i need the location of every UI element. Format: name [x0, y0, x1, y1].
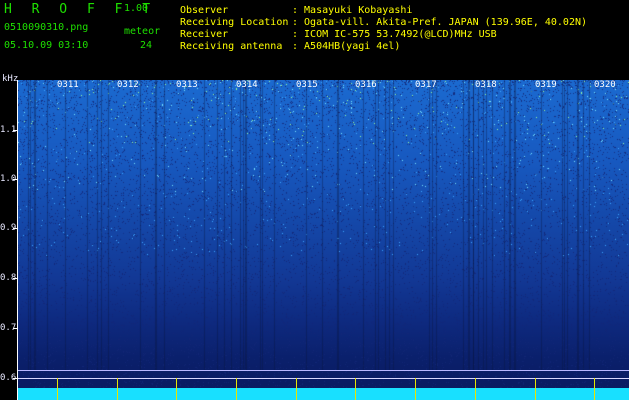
- frequency-marker-line: [18, 378, 629, 379]
- time-label-0318: 0318: [475, 80, 497, 90]
- meteor-count: 24: [140, 40, 153, 51]
- time-label-0315: 0315: [296, 80, 318, 90]
- antenna-value: : A504HB(yagi 4el): [292, 41, 401, 52]
- meteor-label: meteor: [124, 26, 161, 37]
- observer-value: : Masayuki Kobayashi: [292, 5, 413, 16]
- minute-marker: [117, 378, 118, 400]
- time-label-0320: 0320: [594, 80, 616, 90]
- time-label-0314: 0314: [236, 80, 258, 90]
- filename: 0510090310.png: [4, 22, 89, 33]
- minute-marker: [296, 378, 297, 400]
- location-label: Receiving Location: [180, 17, 289, 28]
- time-label-0317: 0317: [415, 80, 437, 90]
- minute-marker: [415, 378, 416, 400]
- datetime: 05.10.09 03:10: [4, 40, 89, 51]
- spectrogram: [18, 80, 629, 400]
- y-tick: [13, 179, 18, 180]
- minute-marker: [475, 378, 476, 400]
- time-label-0316: 0316: [355, 80, 377, 90]
- header-panel: H R O F F T 1.00 0510090310.png 05.10.09…: [0, 0, 629, 78]
- minute-marker: [535, 378, 536, 400]
- time-label-0312: 0312: [117, 80, 139, 90]
- frequency-marker-line: [18, 370, 629, 371]
- observer-label: Observer: [180, 5, 229, 16]
- antenna-label: Receiving antenna: [180, 41, 283, 52]
- receiver-value: : ICOM IC-575 53.7492(@LCD)MHz USB: [292, 29, 497, 40]
- spectrogram-noise: [18, 80, 629, 400]
- time-label-0313: 0313: [176, 80, 198, 90]
- minute-marker: [594, 378, 595, 400]
- unit-label: kHz: [2, 74, 19, 84]
- app-version: 1.00: [124, 3, 149, 14]
- y-tick: [13, 130, 18, 131]
- y-tick: [13, 228, 18, 229]
- minute-marker: [236, 378, 237, 400]
- time-label-0319: 0319: [535, 80, 557, 90]
- y-axis-line: [17, 80, 18, 400]
- y-tick: [13, 278, 18, 279]
- minute-marker: [176, 378, 177, 400]
- time-label-0311: 0311: [57, 80, 79, 90]
- receiver-label: Receiver: [180, 29, 229, 40]
- minute-marker: [355, 378, 356, 400]
- location-value: : Ogata-vill. Akita-Pref. JAPAN (139.96E…: [292, 17, 588, 28]
- baseline-noise-band: [18, 388, 629, 400]
- y-tick: [13, 328, 18, 329]
- minute-marker: [57, 378, 58, 400]
